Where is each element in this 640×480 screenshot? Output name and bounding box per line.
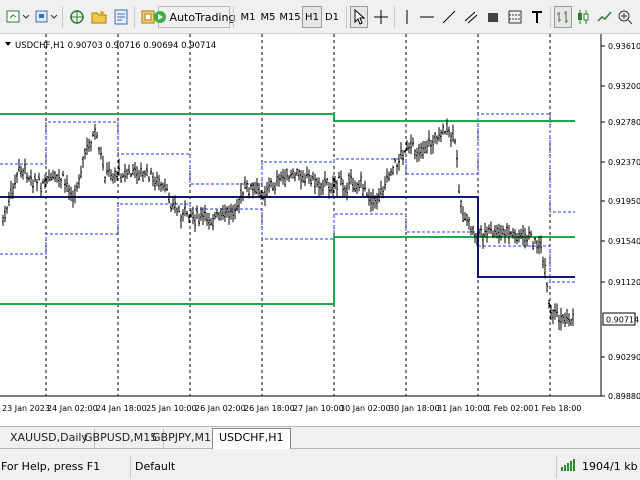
timeframe-m15[interactable]: M15 (278, 6, 302, 28)
time-tick-label: 31 Jan 10:00 (437, 404, 488, 413)
time-tick-label: 26 Jan 18:00 (244, 404, 295, 413)
time-tick-label: 27 Jan 10:00 (293, 404, 344, 413)
time-tick-label: 1 Feb 02:00 (486, 404, 533, 413)
price-tick-label: 0.90290 (608, 353, 640, 362)
chart-dropdown-icon[interactable] (5, 42, 11, 46)
time-tick-label: 1 Feb 18:00 (534, 404, 581, 413)
price-tick-label: 0.91540 (608, 237, 640, 246)
resistance-level-line (0, 113, 575, 122)
current-price-label: 0.90714 (606, 316, 639, 325)
profiles-icon[interactable] (32, 6, 60, 28)
timeframe-m5[interactable]: M5 (258, 6, 278, 28)
equidistant-channel-icon[interactable] (462, 6, 480, 28)
trendline-icon[interactable] (440, 6, 458, 28)
new-chart-icon[interactable] (4, 6, 32, 28)
time-tick-label: 25 Jan 10:00 (146, 404, 197, 413)
horizontal-line-icon[interactable] (418, 6, 436, 28)
symbol-header: USDCHF,H1 0.90703 0.90716 0.90694 0.9071… (15, 41, 216, 51)
price-tick-label: 0.92370 (608, 158, 640, 167)
status-bar: For Help, press F1 Default 1904/1 kb (0, 454, 640, 480)
help-text: For Help, press F1 (1, 460, 101, 473)
connection-status-icon (560, 458, 580, 475)
fibonacci-tool-icon[interactable] (506, 6, 524, 28)
timeframe-h1[interactable]: H1 (302, 6, 322, 28)
support-level-line (0, 236, 575, 305)
range-boundary-line (0, 203, 575, 283)
rectangle-tool-icon[interactable] (484, 6, 502, 28)
crosshair-tool-icon[interactable] (372, 6, 390, 28)
line-chart-icon[interactable] (596, 6, 614, 28)
autotrading-label: AutoTrading (169, 10, 236, 24)
terminal-window-icon[interactable] (110, 6, 132, 28)
chart-tabs: XAUUSD,Daily GBPUSD,M15 GBPJPY,M15 USDCH… (0, 427, 640, 449)
candlestick-chart-icon[interactable] (574, 6, 592, 28)
time-tick-label: 30 Jan 02:00 (340, 404, 391, 413)
timeframe-d1[interactable]: D1 (322, 6, 342, 28)
navigator-folder-icon[interactable] (88, 6, 110, 28)
text-tool-icon[interactable] (528, 6, 546, 28)
time-tick-label: 24 Jan 18:00 (96, 404, 147, 413)
time-tick-label: 23 Jan 2023 (2, 404, 50, 413)
price-chart[interactable]: 0.93610 0.93200 0.92780 0.92370 0.91950 0.915… (0, 34, 640, 426)
price-tick-label: 0.89880 (608, 392, 640, 401)
time-tick-label: 24 Jan 02:00 (47, 404, 98, 413)
chart-window[interactable]: 0.93610 0.93200 0.92780 0.92370 0.91950 0.915… (0, 34, 640, 427)
price-tick-label: 0.92780 (608, 118, 640, 127)
time-tick-label: 30 Jan 18:00 (389, 404, 440, 413)
autotrading-button[interactable]: AutoTrading (153, 6, 235, 28)
profile-name: Default (135, 460, 176, 473)
price-tick-label: 0.93610 (608, 42, 640, 51)
traffic-counter: 1904/1 kb (582, 460, 638, 473)
crosshair-market-watch-icon[interactable] (66, 6, 88, 28)
price-tick-label: 0.91950 (608, 197, 640, 206)
toolbar: AutoTrading M1 M5 M15 H1 D1 (0, 0, 640, 34)
candlestick-series (2, 118, 574, 331)
price-tick-label: 0.91120 (608, 278, 640, 287)
tab-usdchf-h1[interactable]: USDCHF,H1 (212, 428, 291, 449)
zoom-in-icon[interactable] (616, 6, 634, 28)
vertical-line-icon[interactable] (398, 6, 416, 28)
price-tick-label: 0.93200 (608, 82, 640, 91)
cursor-tool-icon[interactable] (350, 6, 368, 28)
timeframe-m1[interactable]: M1 (238, 6, 258, 28)
bar-chart-icon[interactable] (554, 6, 572, 28)
time-tick-label: 26 Jan 02:00 (195, 404, 246, 413)
autotrading-icon (153, 10, 167, 24)
